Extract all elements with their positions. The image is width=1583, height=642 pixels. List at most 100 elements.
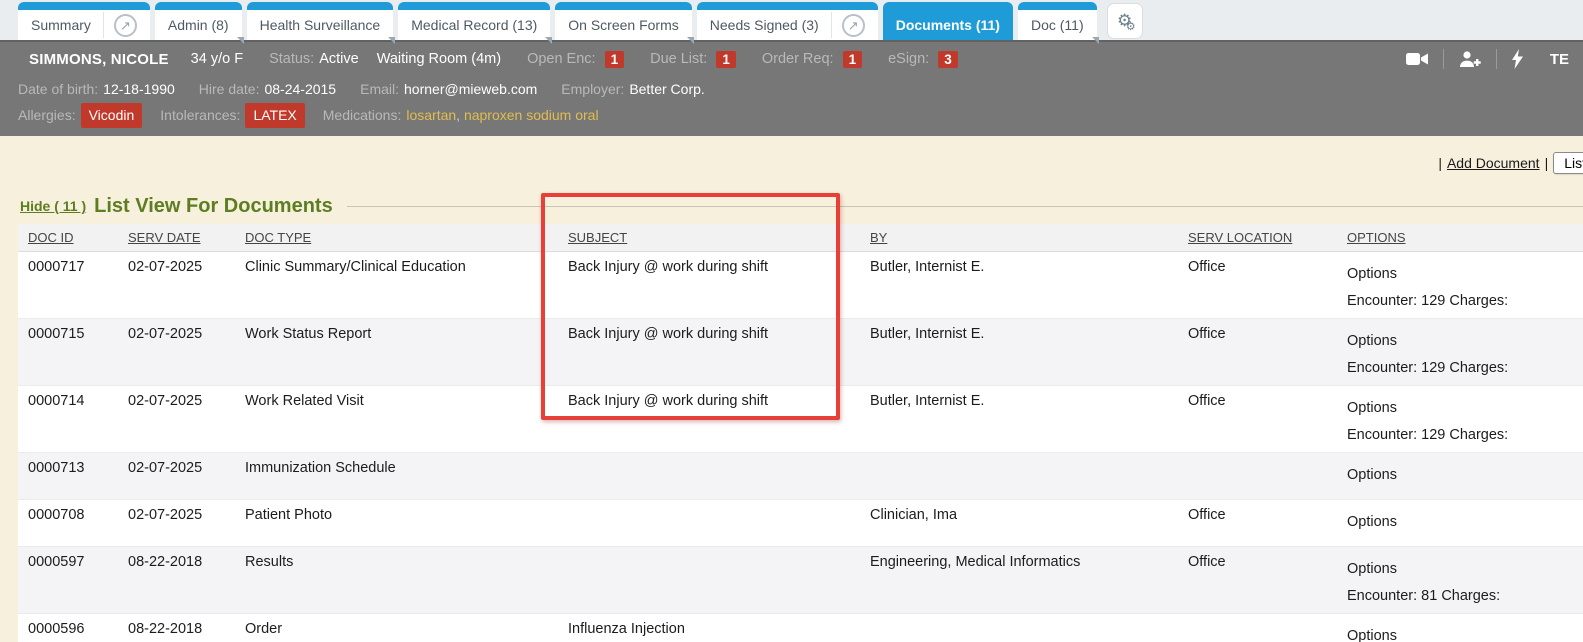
counter-badge[interactable]: 1 (843, 51, 863, 68)
table-row[interactable]: 000071502-07-2025Work Status ReportBack … (18, 319, 1583, 386)
intolerances-group: Intolerances: LATEX (160, 103, 304, 128)
cell-serv-date: 02-07-2025 (128, 252, 245, 318)
counter-due-list: Due List:1 (650, 51, 736, 68)
divider (103, 12, 104, 38)
documents-content: | Add Document | List Hide ( 11 ) List V… (0, 136, 1583, 642)
cell-subject: Back Injury @ work during shift (568, 386, 870, 452)
encounter-info: Encounter: 81 Charges: (1347, 588, 1583, 604)
counter-badge[interactable]: 1 (716, 51, 736, 68)
intolerances-label: Intolerances: (160, 104, 240, 127)
options-link[interactable]: Options (1347, 400, 1583, 416)
cell-options: Options Encounter: 81 Charges: (1347, 547, 1583, 613)
cell-doc-type: Work Related Visit (245, 386, 568, 452)
column-header-by[interactable]: BY (870, 230, 1188, 245)
column-header-doc-id[interactable]: DOC ID (28, 230, 128, 245)
tab-label: Medical Record (13) (411, 17, 537, 33)
table-row[interactable]: 000071702-07-2025Clinic Summary/Clinical… (18, 252, 1583, 319)
tab-label: Admin (8) (168, 17, 229, 33)
counter-open-enc: Open Enc:1 (527, 51, 624, 68)
lightning-bolt-icon[interactable] (1497, 49, 1538, 69)
cell-serv-date: 08-22-2018 (128, 614, 245, 642)
allergies-group: Allergies: Vicodin (18, 103, 142, 128)
table-row[interactable]: 000059608-22-2018OrderInfluenza Injectio… (18, 614, 1583, 642)
intolerance-badge[interactable]: LATEX (245, 103, 304, 128)
info-label: Employer: (561, 78, 624, 101)
cell-serv-location: Office (1188, 500, 1347, 546)
cell-subject: Influenza Injection (568, 614, 870, 642)
counter-badge[interactable]: 3 (938, 51, 958, 68)
tab-summary[interactable]: Summary ↗ (18, 2, 150, 40)
tab-settings-button[interactable]: ⚙ ⚙ (1107, 3, 1143, 39)
medication-link[interactable]: losartan (406, 107, 456, 123)
gears-icon-small: ⚙ (1126, 20, 1136, 33)
status-value: Active (319, 51, 359, 67)
tab-documents-11[interactable]: Documents (11) (883, 2, 1013, 40)
column-header-doc-type[interactable]: DOC TYPE (245, 230, 568, 245)
cell-doc-type: Patient Photo (245, 500, 568, 546)
table-row[interactable]: 000071302-07-2025Immunization ScheduleOp… (18, 453, 1583, 500)
counter-label: Order Req: (762, 51, 834, 67)
demographics-row: Date of birth:12-18-1990Hire date:08-24-… (18, 78, 1583, 101)
info-hire-date: Hire date:08-24-2015 (199, 78, 336, 101)
cell-options: Options (1347, 614, 1583, 642)
info-value: 12-18-1990 (103, 78, 175, 101)
hide-link[interactable]: Hide ( 11 ) (20, 198, 86, 214)
tab-doc-11[interactable]: Doc (11) (1018, 2, 1097, 40)
options-link[interactable]: Options (1347, 561, 1583, 577)
cell-by: Butler, Internist E. (870, 319, 1188, 385)
table-row[interactable]: 000070802-07-2025Patient PhotoClinician,… (18, 500, 1583, 547)
tab-admin-8[interactable]: Admin (8) (155, 2, 242, 40)
options-link[interactable]: Options (1347, 333, 1583, 349)
info-label: Hire date: (199, 78, 260, 101)
cell-options: OptionsEncounter: 129 Charges: (1347, 252, 1583, 318)
medications-label: Medications: (323, 104, 402, 127)
status-label: Status: (269, 51, 314, 67)
separator: | (1545, 155, 1549, 171)
cell-doc-type: Work Status Report (245, 319, 568, 385)
medication-link[interactable]: naproxen sodium oral (464, 107, 599, 123)
info-value: 08-24-2015 (264, 78, 336, 101)
cell-subject: Back Injury @ work during shift (568, 319, 870, 385)
column-header-serv-location[interactable]: SERV LOCATION (1188, 230, 1347, 245)
tab-on-screen-forms[interactable]: On Screen Forms (555, 2, 691, 40)
info-label: Email: (360, 78, 399, 101)
cell-options: Options (1347, 500, 1583, 546)
cell-serv-date: 02-07-2025 (128, 500, 245, 546)
column-header-options[interactable]: OPTIONS (1347, 230, 1583, 245)
tab-bar-tabs: Summary ↗ Admin (8) Health Surveillance Medi… (18, 2, 1102, 40)
tab-label: Summary (31, 17, 91, 33)
add-person-icon[interactable] (1444, 50, 1496, 69)
cell-by (870, 453, 1188, 499)
medications-list: losartan, naproxen sodium oral (406, 104, 598, 127)
cell-serv-location: Office (1188, 386, 1347, 452)
options-link[interactable]: Options (1347, 514, 1583, 530)
table-row[interactable]: 000071402-07-2025Work Related VisitBack … (18, 386, 1583, 453)
patient-counters: Open Enc:1Due List:1Order Req:1eSign:3 (501, 51, 958, 68)
waiting-room[interactable]: Waiting Room (4m) (377, 51, 501, 67)
options-link[interactable]: Options (1347, 628, 1583, 642)
tab-health-surveillance[interactable]: Health Surveillance (247, 2, 394, 40)
cell-doc-type: Clinic Summary/Clinical Education (245, 252, 568, 318)
open-chart-arrow-icon[interactable]: ↗ (114, 14, 137, 37)
allergy-badge[interactable]: Vicodin (81, 103, 143, 128)
tab-needs-signed-3[interactable]: Needs Signed (3)↗ (697, 2, 878, 40)
add-document-link[interactable]: Add Document (1447, 155, 1540, 171)
counter-badge[interactable]: 1 (605, 51, 625, 68)
column-header-serv-date[interactable]: SERV DATE (128, 230, 245, 245)
list-view-button[interactable]: List (1553, 152, 1583, 174)
table-row[interactable]: 000059708-22-2018ResultsEngineering, Med… (18, 547, 1583, 614)
options-link[interactable]: Options (1347, 266, 1583, 282)
cell-by: Butler, Internist E. (870, 386, 1188, 452)
column-header-subject[interactable]: SUBJECT (568, 230, 870, 245)
tab-label: Documents (11) (896, 17, 1000, 33)
open-chart-arrow-icon[interactable]: ↗ (842, 14, 865, 37)
patient-name: SIMMONS, NICOLE (29, 51, 169, 68)
documents-table: DOC IDSERV DATEDOC TYPESUBJECTBYSERV LOC… (18, 224, 1583, 642)
cell-by: Clinician, Ima (870, 500, 1188, 546)
tab-medical-record-13[interactable]: Medical Record (13) (398, 2, 550, 40)
medications-group: Medications: losartan, naproxen sodium o… (323, 104, 599, 127)
cell-subject (568, 500, 870, 546)
list-view-header: Hide ( 11 ) List View For Documents (20, 194, 1583, 218)
video-camera-icon[interactable] (1391, 50, 1443, 68)
options-link[interactable]: Options (1347, 467, 1583, 483)
